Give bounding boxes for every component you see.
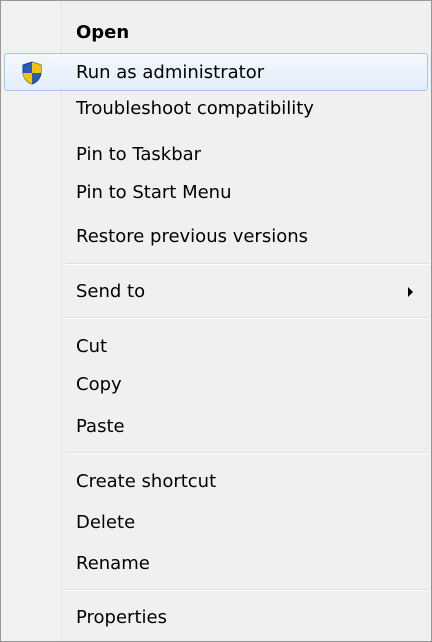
menu-item-label: Send to (76, 281, 146, 302)
submenu-arrow-icon (408, 287, 413, 297)
menu-item-label: Create shortcut (76, 471, 217, 492)
menu-item-open[interactable]: Open (4, 13, 428, 51)
menu-item-label: Paste (76, 416, 125, 437)
menu-item-delete[interactable]: Delete (4, 503, 428, 541)
uac-shield-icon (22, 61, 42, 85)
menu-item-pin-to-taskbar[interactable]: Pin to Taskbar (4, 135, 428, 173)
menu-separator (65, 317, 429, 319)
menu-separator (65, 263, 429, 265)
menu-item-label: Troubleshoot compatibility (76, 98, 314, 119)
menu-item-paste[interactable]: Paste (4, 407, 428, 445)
menu-item-label: Cut (76, 336, 108, 357)
menu-item-restore-previous-versions[interactable]: Restore previous versions (4, 217, 428, 255)
menu-item-troubleshoot-compatibility[interactable]: Troubleshoot compatibility (4, 89, 428, 127)
menu-separator (65, 589, 429, 591)
context-menu: Open Run as administrator Troubleshoot c… (0, 0, 432, 642)
menu-item-label: Properties (76, 607, 167, 628)
menu-item-label: Pin to Taskbar (76, 144, 202, 165)
menu-item-label: Rename (76, 553, 150, 574)
menu-item-rename[interactable]: Rename (4, 544, 428, 582)
menu-item-label: Restore previous versions (76, 226, 309, 247)
menu-item-create-shortcut[interactable]: Create shortcut (4, 462, 428, 500)
menu-item-label: Delete (76, 512, 136, 533)
menu-item-copy[interactable]: Copy (4, 365, 428, 403)
menu-item-cut[interactable]: Cut (4, 327, 428, 365)
menu-item-label: Copy (76, 374, 122, 395)
menu-item-send-to[interactable]: Send to (4, 272, 428, 310)
menu-item-label: Run as administrator (76, 62, 265, 83)
menu-item-run-as-administrator[interactable]: Run as administrator (4, 53, 428, 91)
menu-item-label: Open (76, 22, 130, 43)
menu-item-properties[interactable]: Properties (4, 598, 428, 636)
menu-separator (65, 452, 429, 454)
menu-item-label: Pin to Start Menu (76, 182, 232, 203)
menu-item-pin-to-start-menu[interactable]: Pin to Start Menu (4, 173, 428, 211)
